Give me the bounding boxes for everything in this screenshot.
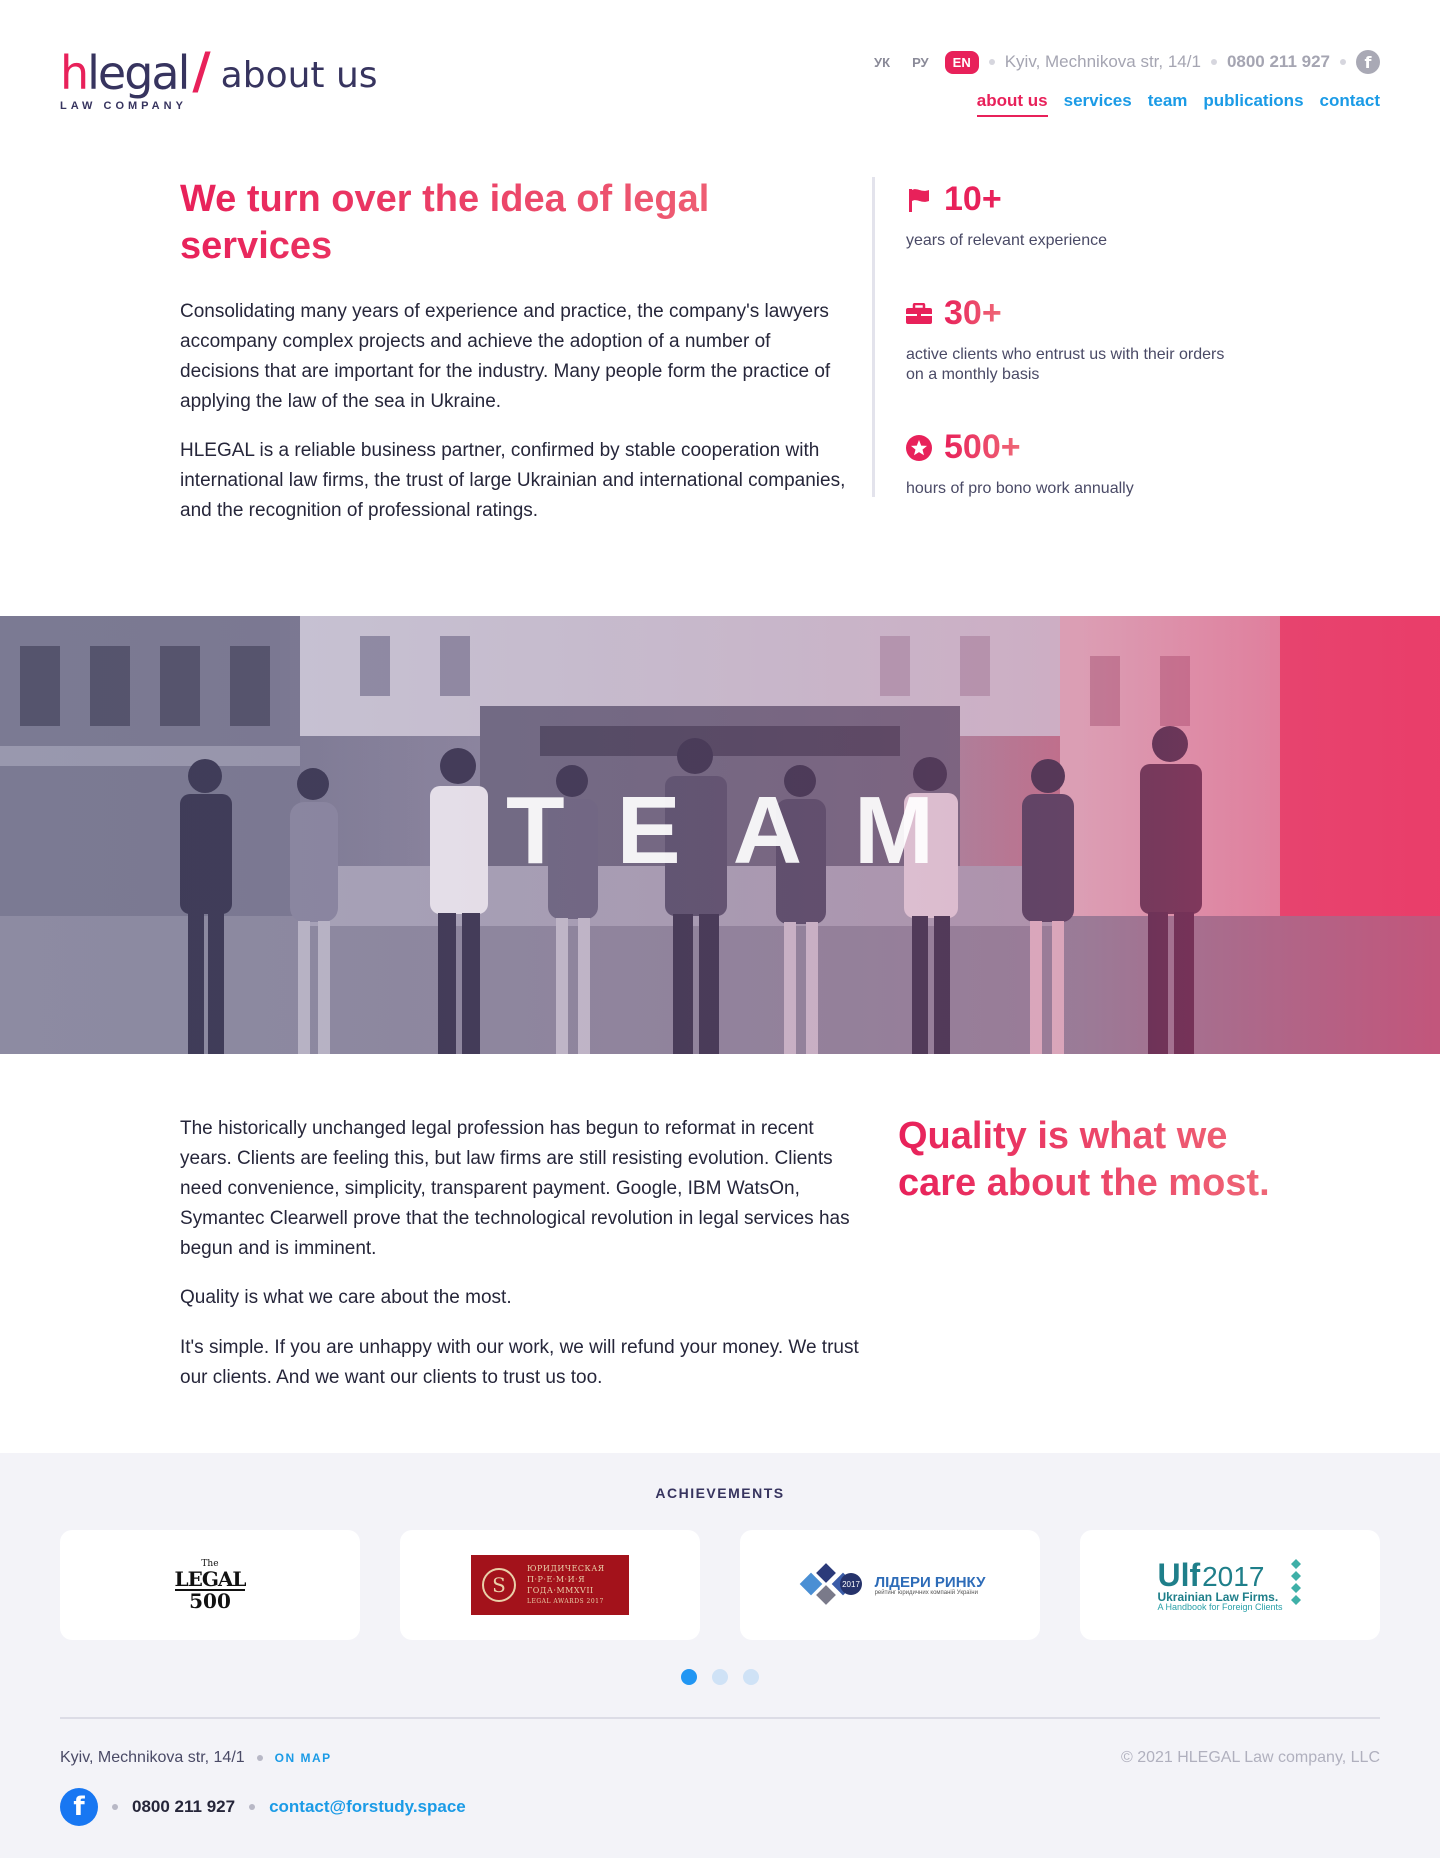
footer-address: Kyiv, Mechnikova str, 14/1 xyxy=(60,1749,245,1766)
achievement-card[interactable]: S ЮРИДИЧЕСКАЯ П·Р·Е·М·И·Я ГОДА·MMXVII LE… xyxy=(400,1530,700,1640)
quality-paragraph: Quality is what we care about the most. xyxy=(180,1287,512,1308)
top-bar: УК РУ EN Kyiv, Mechnikova str, 14/1 0800… xyxy=(868,50,1380,74)
legal-awards-line: П·Р·Е·М·И·Я xyxy=(527,1575,586,1584)
stats-divider xyxy=(872,177,875,497)
ulf-title: Ukrainian Law Firms. xyxy=(1157,1589,1279,1604)
stat-label: active clients who entrust us with their… xyxy=(906,346,1225,383)
achievements-title: ACHIEVEMENTS xyxy=(655,1485,785,1501)
on-map-link[interactable]: ON MAP xyxy=(275,1751,332,1765)
carousel-pagination xyxy=(0,1669,1440,1685)
team-banner: TEAM xyxy=(0,616,1440,1054)
team-banner-title: TEAM xyxy=(506,777,986,884)
market-leaders-title: ЛІДЕРИ РИНКУ xyxy=(874,1573,986,1591)
intro-title: We turn over the idea of legal services xyxy=(180,176,820,270)
ulf-year: 2017 xyxy=(1202,1560,1265,1592)
intro-paragraph: Consolidating many years of experience a… xyxy=(180,301,831,412)
achievement-card[interactable]: Ulf2017 Ukrainian Law Firms. A Handbook … xyxy=(1080,1530,1380,1640)
separator-dot xyxy=(988,59,995,65)
legal-awards-line: LEGAL AWARDS 2017 xyxy=(527,1598,604,1605)
market-leaders-year: 2017 xyxy=(842,1580,860,1589)
lang-uk[interactable]: УК xyxy=(868,52,896,73)
flag-icon xyxy=(906,187,932,213)
nav-about-us[interactable]: about us xyxy=(976,91,1048,117)
ornament-icon xyxy=(1290,1559,1301,1605)
quality-paragraph: It's simple. If you are unhappy with our… xyxy=(180,1337,859,1388)
separator-dot xyxy=(256,1755,263,1761)
stat-label: years of relevant experience xyxy=(906,232,1107,249)
stat-experience: 10+ years of relevant experience xyxy=(906,180,1236,251)
stat-clients: 30+ active clients who entrust us with t… xyxy=(906,294,1236,385)
quality-quote: Quality is what we care about the most. xyxy=(898,1113,1288,1207)
separator-dot xyxy=(1340,59,1346,65)
separator-dot xyxy=(1210,59,1217,65)
ulf-mark: Ulf xyxy=(1157,1556,1201,1593)
carousel-dot[interactable] xyxy=(681,1669,697,1685)
nav-contact[interactable]: contact xyxy=(1320,91,1380,117)
stat-value: 30+ xyxy=(944,294,1002,332)
main-nav: about us services team publications cont… xyxy=(976,91,1380,117)
stat-value: 500+ xyxy=(944,428,1021,466)
lang-ru[interactable]: РУ xyxy=(906,52,935,73)
legal500-logo-mid: LEGAL xyxy=(174,1566,247,1591)
carousel-dot[interactable] xyxy=(712,1669,728,1685)
market-leaders-sub: рейтинг юридичних компаній України xyxy=(874,1589,978,1596)
copyright: © 2021 HLEGAL Law company, LLC xyxy=(1120,1749,1380,1766)
logo-subtitle: LAW COMPANY xyxy=(60,100,187,112)
header-phone[interactable]: 0800 211 927 xyxy=(1227,52,1330,72)
facebook-icon[interactable]: f xyxy=(1356,50,1380,74)
footer-divider xyxy=(60,1717,1380,1719)
legal500-logo: The LEGAL 500 xyxy=(174,1559,247,1611)
separator-dot xyxy=(112,1804,118,1810)
logo[interactable]: hlegal / about us xyxy=(60,46,378,96)
legal500-logo-bottom: 500 xyxy=(174,1588,246,1611)
briefcase-icon xyxy=(906,301,932,327)
legal-awards-logo: S ЮРИДИЧЕСКАЯ П·Р·Е·М·И·Я ГОДА·MMXVII LE… xyxy=(471,1555,629,1615)
ulf-logo: Ulf2017 Ukrainian Law Firms. A Handbook … xyxy=(1157,1557,1302,1613)
nav-publications[interactable]: publications xyxy=(1203,91,1303,117)
site-header: hlegal / about us LAW COMPANY УК РУ EN K… xyxy=(0,0,1440,150)
page-section-title: about us xyxy=(220,55,378,97)
footer-address-row: Kyiv, Mechnikova str, 14/1 ON MAP xyxy=(60,1749,332,1767)
achievement-card[interactable]: 2017 ЛІДЕРИ РИНКУ рейтинг юридичних комп… xyxy=(740,1530,1040,1640)
svg-text:S: S xyxy=(492,1573,506,1597)
stat-value: 10+ xyxy=(944,180,1002,218)
header-address: Kyiv, Mechnikova str, 14/1 xyxy=(1004,52,1201,71)
stat-pro-bono: 500+ hours of pro bono work annually xyxy=(906,428,1236,499)
star-icon xyxy=(906,434,932,461)
logo-wordmark: hlegal xyxy=(60,46,190,100)
footer-contacts: f 0800 211 927 contact@forstudy.space xyxy=(60,1788,466,1826)
legal-awards-line: ЮРИДИЧЕСКАЯ xyxy=(527,1564,605,1573)
nav-team[interactable]: team xyxy=(1148,91,1188,117)
market-leaders-logo: 2017 ЛІДЕРИ РИНКУ рейтинг юридичних комп… xyxy=(795,1562,986,1608)
footer-email[interactable]: contact@forstudy.space xyxy=(269,1797,466,1817)
diamonds-icon: 2017 xyxy=(799,1563,862,1605)
legal-awards-line: ГОДА·MMXVII xyxy=(527,1586,594,1595)
stat-label: hours of pro bono work annually xyxy=(906,480,1134,497)
laurel-icon: S xyxy=(482,1568,516,1602)
footer-phone[interactable]: 0800 211 927 xyxy=(132,1797,235,1817)
separator-dot xyxy=(249,1804,256,1810)
intro-paragraph: HLEGAL is a reliable business partner, c… xyxy=(180,440,846,521)
achievement-card[interactable]: The LEGAL 500 xyxy=(60,1530,360,1640)
facebook-icon[interactable]: f xyxy=(60,1788,98,1826)
logo-slash: / xyxy=(192,42,211,100)
achievements-section: ACHIEVEMENTS The LEGAL 500 S ЮРИДИЧЕСКАЯ… xyxy=(0,1453,1440,1858)
ulf-sub: A Handbook for Foreign Clients xyxy=(1157,1601,1283,1612)
lang-en[interactable]: EN xyxy=(944,50,979,74)
quality-paragraph: The historically unchanged legal profess… xyxy=(180,1118,850,1259)
carousel-dot[interactable] xyxy=(743,1669,759,1685)
nav-services[interactable]: services xyxy=(1064,91,1132,117)
